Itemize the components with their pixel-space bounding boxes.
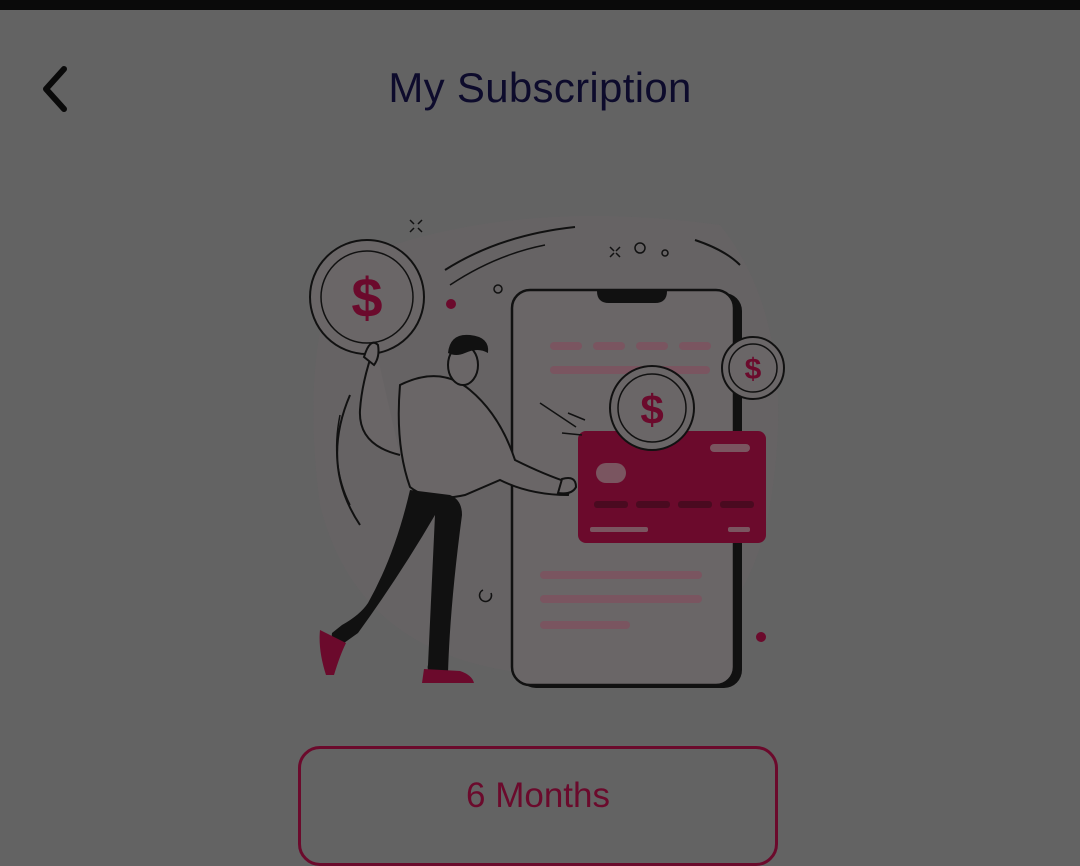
plan-option-label: 6 Months xyxy=(466,776,610,815)
dollar-coin-icon-medium: $ xyxy=(609,365,695,451)
subscription-illustration: $ $ $ xyxy=(309,216,785,688)
decor-dot-accent xyxy=(446,299,456,309)
page-title: My Subscription xyxy=(388,64,692,111)
sparkle-icon xyxy=(409,219,423,233)
svg-text:$: $ xyxy=(351,266,382,329)
credit-card-icon xyxy=(578,431,766,543)
dollar-coin-icon-large: $ xyxy=(309,239,425,355)
status-bar xyxy=(0,0,1080,10)
decor-dot-accent xyxy=(756,632,766,642)
shoe xyxy=(422,669,474,683)
svg-text:$: $ xyxy=(745,353,762,386)
dollar-coin-icon-small: $ xyxy=(721,336,785,400)
svg-text:$: $ xyxy=(640,386,663,433)
plan-option-card[interactable]: 6 Months xyxy=(298,746,778,866)
